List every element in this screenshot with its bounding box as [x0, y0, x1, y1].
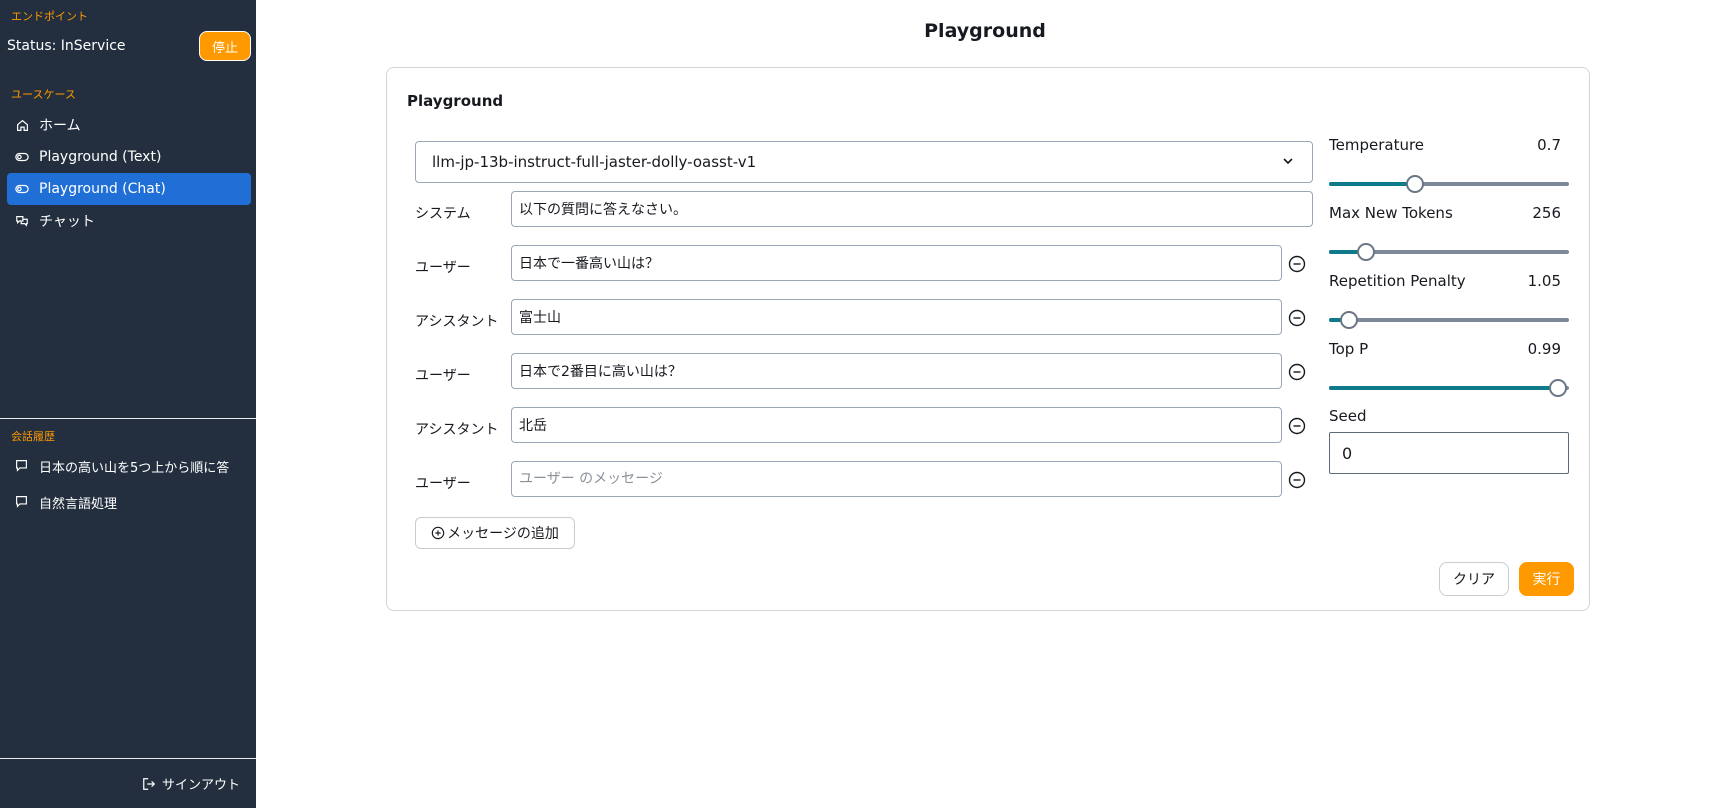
- sidebar-item-chat[interactable]: チャット: [7, 205, 251, 237]
- repetition-penalty-label: Repetition Penalty: [1329, 272, 1466, 290]
- max-new-tokens-slider[interactable]: [1329, 242, 1569, 262]
- history-item-label: 自然言語処理: [39, 496, 118, 512]
- message-role-label: ユーザー: [415, 260, 471, 276]
- sidebar-item-playground-text[interactable]: Playground (Text): [7, 141, 251, 173]
- run-button[interactable]: 実行: [1519, 562, 1574, 596]
- sidebar-item-playground-chat[interactable]: Playground (Chat): [7, 173, 251, 205]
- stop-button[interactable]: 停止: [199, 31, 251, 61]
- history-item-label: 日本の高い山を5つ上から順に答: [39, 460, 230, 476]
- remove-message-icon[interactable]: [1288, 363, 1306, 381]
- message-icon: [15, 495, 29, 509]
- history-section-label: 会話履歴: [11, 430, 55, 443]
- seed-input[interactable]: 0: [1329, 432, 1569, 474]
- add-message-button[interactable]: メッセージの追加: [415, 517, 575, 549]
- history-item[interactable]: 自然言語処理: [7, 486, 251, 518]
- chevron-down-icon: [1282, 155, 1294, 167]
- message-input[interactable]: [511, 245, 1282, 281]
- message-role-label: アシスタント: [415, 422, 499, 438]
- card-title: Playground: [407, 92, 504, 110]
- message-role-label: アシスタント: [415, 314, 499, 330]
- endpoint-status: Status: InService: [7, 38, 126, 54]
- sidebar-divider: [0, 758, 256, 759]
- playground-card: Playground llm-jp-13b-instruct-full-jast…: [386, 67, 1590, 611]
- plus-circle-icon: [431, 526, 445, 540]
- signout-button[interactable]: サインアウト: [142, 774, 240, 793]
- sidebar-item-label: ホーム: [39, 118, 81, 134]
- repetition-penalty-slider[interactable]: [1329, 310, 1569, 330]
- model-select-value: llm-jp-13b-instruct-full-jaster-dolly-oa…: [432, 153, 757, 171]
- system-prompt-input[interactable]: [511, 191, 1313, 227]
- message-input[interactable]: [511, 299, 1282, 335]
- message-input[interactable]: [511, 353, 1282, 389]
- top-p-label: Top P: [1329, 340, 1369, 358]
- remove-message-icon[interactable]: [1288, 309, 1306, 327]
- max-new-tokens-value: 256: [1532, 204, 1561, 222]
- history-item[interactable]: 日本の高い山を5つ上から順に答: [7, 450, 251, 482]
- page-title: Playground: [924, 20, 1046, 42]
- seed-label: Seed: [1329, 407, 1367, 425]
- sidebar: エンドポイント Status: InService 停止 ユースケース ホーム …: [0, 0, 256, 808]
- toggle-icon: [15, 182, 29, 196]
- new-message-input[interactable]: [511, 461, 1282, 497]
- message-input[interactable]: [511, 407, 1282, 443]
- signout-label: サインアウト: [162, 778, 241, 793]
- sidebar-divider: [0, 418, 256, 419]
- message-role-label: ユーザー: [415, 368, 471, 384]
- message-icon: [15, 459, 29, 473]
- top-p-value: 0.99: [1527, 340, 1561, 358]
- system-role-label: システム: [415, 206, 471, 222]
- add-message-label: メッセージの追加: [447, 526, 559, 542]
- sidebar-item-label: チャット: [39, 214, 95, 230]
- toggle-icon: [15, 150, 29, 164]
- repetition-penalty-value: 1.05: [1527, 272, 1561, 290]
- usecase-section-label: ユースケース: [11, 88, 76, 101]
- remove-message-icon[interactable]: [1288, 417, 1306, 435]
- remove-message-icon[interactable]: [1288, 255, 1306, 273]
- sidebar-item-home[interactable]: ホーム: [7, 109, 251, 141]
- endpoint-section-label: エンドポイント: [11, 10, 88, 23]
- remove-message-icon[interactable]: [1288, 471, 1306, 489]
- temperature-value: 0.7: [1537, 136, 1561, 154]
- chat-bubbles-icon: [15, 214, 29, 228]
- home-icon: [15, 118, 29, 132]
- message-role-label: ユーザー: [415, 476, 471, 492]
- temperature-slider[interactable]: [1329, 174, 1569, 194]
- sidebar-item-label: Playground (Chat): [39, 181, 166, 197]
- temperature-label: Temperature: [1329, 136, 1425, 154]
- max-new-tokens-label: Max New Tokens: [1329, 204, 1453, 222]
- sidebar-item-label: Playground (Text): [39, 149, 162, 165]
- top-p-slider[interactable]: [1329, 378, 1569, 398]
- signout-icon: [142, 777, 156, 791]
- model-select[interactable]: llm-jp-13b-instruct-full-jaster-dolly-oa…: [415, 141, 1313, 183]
- clear-button[interactable]: クリア: [1439, 562, 1509, 596]
